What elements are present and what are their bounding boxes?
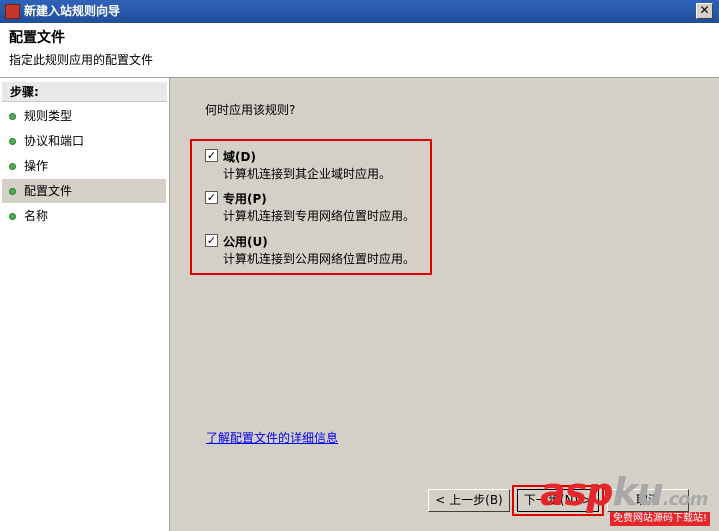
green-dot-icon (9, 138, 16, 145)
steps-heading: 步骤: (2, 82, 167, 102)
steps-sidebar: 步骤: 规则类型 协议和端口 操作 配置文件 名称 (0, 78, 170, 531)
close-button[interactable]: ✕ (696, 3, 713, 19)
option-label: 公用(U) (223, 235, 268, 249)
question-text: 何时应用该规则? (205, 103, 296, 117)
step-profile[interactable]: 配置文件 (2, 179, 166, 203)
step-action[interactable]: 操作 (2, 154, 166, 178)
green-dot-icon (9, 188, 16, 195)
option-desc: 计算机连接到专用网络位置时应用。 (223, 209, 416, 223)
domain-checkbox[interactable]: ✓ (205, 149, 218, 162)
step-name[interactable]: 名称 (2, 204, 166, 228)
wizard-header: 配置文件 指定此规则应用的配置文件 (0, 23, 719, 78)
page-subtitle: 指定此规则应用的配置文件 (9, 53, 154, 67)
firewall-icon (5, 4, 20, 19)
option-desc: 计算机连接到其企业域时应用。 (223, 167, 392, 181)
private-checkbox[interactable]: ✓ (205, 191, 218, 204)
learn-more-link[interactable]: 了解配置文件的详细信息 (206, 429, 338, 446)
step-label: 规则类型 (24, 109, 73, 123)
option-label: 域(D) (223, 150, 256, 164)
step-label: 配置文件 (24, 184, 73, 198)
green-dot-icon (9, 163, 16, 170)
green-dot-icon (9, 213, 16, 220)
option-desc: 计算机连接到公用网络位置时应用。 (223, 252, 416, 266)
page-title: 配置文件 (9, 30, 65, 46)
watermark-sub: 免费网站源码下载站! (610, 512, 711, 526)
public-checkbox[interactable]: ✓ (205, 234, 218, 247)
step-label: 名称 (24, 209, 49, 223)
window-title: 新建入站规则向导 (24, 4, 121, 18)
green-dot-icon (9, 113, 16, 120)
step-protocol-port[interactable]: 协议和端口 (2, 129, 166, 153)
back-button[interactable]: < 上一步(B) (428, 489, 510, 512)
title-bar: 新建入站规则向导 ✕ (0, 0, 719, 23)
step-label: 协议和端口 (24, 134, 85, 148)
step-rule-type[interactable]: 规则类型 (2, 104, 166, 128)
main-panel: 何时应用该规则? ✓ 域(D) 计算机连接到其企业域时应用。 ✓ 专用(P) 计… (170, 78, 719, 531)
step-label: 操作 (24, 159, 49, 173)
watermark-logo: aspku.com 免费网站源码下载站! (540, 470, 715, 528)
option-label: 专用(P) (223, 192, 267, 206)
